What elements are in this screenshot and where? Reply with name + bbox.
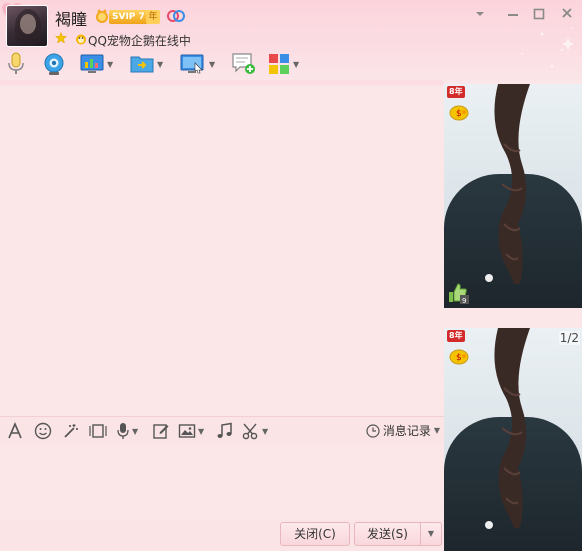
chevron-down-icon: ▼ xyxy=(427,529,435,538)
chat-window-header: 褐瞳 SVIP 7 年 QQ宠物企鹅在线中 ▼ ▼ ▼ ▼ xyxy=(0,0,582,84)
contact-avatar[interactable] xyxy=(6,5,48,47)
video-call-button[interactable] xyxy=(42,50,66,78)
message-input[interactable] xyxy=(0,445,444,520)
input-toolbar: ▼ ▼ ▼ 消息记录 ▼ xyxy=(0,418,444,444)
font-button[interactable] xyxy=(6,420,24,442)
braid-hair-image xyxy=(494,328,530,528)
svg-text:$: $ xyxy=(456,353,462,363)
message-add-icon xyxy=(232,53,255,74)
chevron-down-icon: ▼ xyxy=(132,426,139,436)
contact-nickname[interactable]: 褐瞳 xyxy=(55,6,87,30)
maximize-icon[interactable] xyxy=(531,6,547,22)
chat-toolbar: ▼ ▼ ▼ ▼ xyxy=(0,50,582,80)
send-options-button[interactable]: ▼ xyxy=(420,522,442,546)
close-button[interactable]: 关闭(C) xyxy=(280,522,350,546)
gold-pig-icon[interactable]: $ xyxy=(448,102,470,122)
chevron-down-icon: ▼ xyxy=(198,426,205,436)
chevron-down-icon: ▼ xyxy=(157,59,164,69)
edit-note-icon xyxy=(153,424,169,439)
smiley-icon xyxy=(34,422,52,440)
vip-year-tag: 8年 xyxy=(447,330,465,342)
microphone-icon xyxy=(8,52,24,74)
pet-status-text[interactable]: QQ宠物企鹅在线中 xyxy=(88,32,191,49)
crown-icon xyxy=(96,9,108,23)
voice-call-button[interactable] xyxy=(6,50,26,78)
close-icon[interactable] xyxy=(559,6,575,22)
screenshot-button[interactable]: ▼ xyxy=(242,420,268,442)
screen-share-icon xyxy=(180,54,204,74)
gold-pig-icon[interactable]: $ xyxy=(448,346,470,366)
photo-page-counter: 1/2 xyxy=(558,331,580,345)
chevron-down-icon: ▼ xyxy=(262,426,269,436)
send-button[interactable]: 发送(S) xyxy=(354,522,421,546)
message-app-button[interactable] xyxy=(231,50,257,78)
screen-share-button[interactable]: ▼ xyxy=(180,50,215,78)
vip-year-tag: 8年 xyxy=(447,86,465,98)
send-file-button[interactable]: ▼ xyxy=(130,50,163,78)
message-history-button[interactable]: 消息记录 ▼ xyxy=(366,422,440,439)
year-badge[interactable]: 年 xyxy=(146,10,160,24)
message-history-area[interactable] xyxy=(0,86,444,416)
qq-link-icon[interactable] xyxy=(166,9,186,23)
chevron-down-icon[interactable] xyxy=(472,6,488,22)
penguin-pet-icon[interactable] xyxy=(75,33,87,45)
contact-photo-panel: 8年 $ 9 8年 $ 1/2 xyxy=(444,84,582,551)
clock-icon xyxy=(366,423,380,438)
contact-photo-2[interactable]: 8年 $ 1/2 xyxy=(444,328,582,551)
contact-photo[interactable]: 8年 $ 9 xyxy=(444,84,582,308)
message-history-label: 消息记录 xyxy=(382,424,431,438)
chevron-down-icon: ▼ xyxy=(107,59,114,69)
music-note-icon xyxy=(217,422,232,438)
folder-arrow-icon xyxy=(130,56,154,73)
font-icon xyxy=(8,422,22,439)
svip-badge[interactable]: SVIP 7 xyxy=(109,10,148,24)
scissors-icon xyxy=(242,423,258,440)
chevron-down-icon: ▼ xyxy=(209,59,216,69)
chevron-down-icon: ▼ xyxy=(433,426,440,435)
voice-message-button[interactable]: ▼ xyxy=(116,420,138,442)
webcam-icon xyxy=(44,53,64,75)
emoji-button[interactable] xyxy=(34,420,52,442)
image-icon xyxy=(178,424,196,438)
music-button[interactable] xyxy=(216,420,234,442)
braid-hair-image xyxy=(494,84,530,284)
thumbs-up-icon[interactable]: 9 xyxy=(446,282,470,304)
star-icon[interactable] xyxy=(55,32,67,44)
hair-tie-icon xyxy=(485,521,493,529)
svg-text:9: 9 xyxy=(462,297,466,304)
minimize-icon[interactable] xyxy=(505,6,521,22)
microphone-icon xyxy=(117,423,129,439)
monitor-chart-icon xyxy=(80,54,104,73)
app-grid-icon xyxy=(269,54,289,74)
note-button[interactable] xyxy=(152,420,170,442)
magic-wand-icon xyxy=(64,424,78,438)
hair-tie-icon xyxy=(485,274,493,282)
svg-text:$: $ xyxy=(456,109,462,119)
chevron-down-icon: ▼ xyxy=(293,59,300,69)
input-divider[interactable] xyxy=(0,416,444,417)
screen-capture-button[interactable] xyxy=(88,420,108,442)
remote-desktop-button[interactable]: ▼ xyxy=(80,50,113,78)
magic-wand-button[interactable] xyxy=(62,420,80,442)
send-image-button[interactable]: ▼ xyxy=(178,420,204,442)
apps-button[interactable]: ▼ xyxy=(268,50,299,78)
frame-shake-icon xyxy=(89,424,107,438)
